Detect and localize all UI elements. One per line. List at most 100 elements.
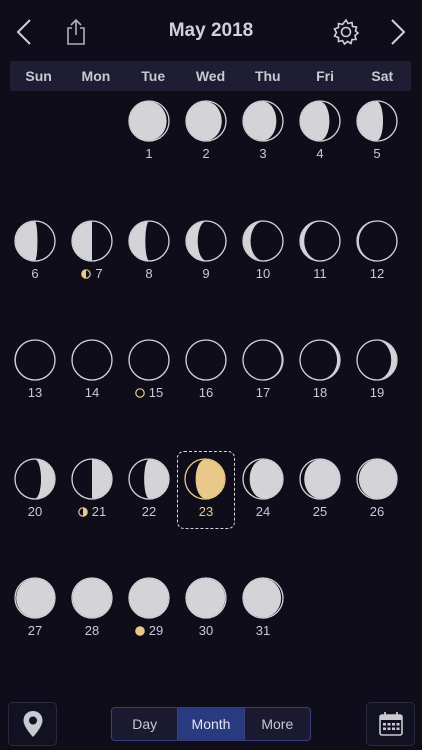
moon-phase-icon xyxy=(299,100,341,142)
calendar-day[interactable]: 4 xyxy=(292,100,348,180)
day-number: 12 xyxy=(349,266,405,281)
day-number-label: 25 xyxy=(312,504,328,519)
calendar-day[interactable]: 7 xyxy=(64,220,120,300)
calendar-day[interactable]: 30 xyxy=(178,577,234,657)
calendar-day[interactable]: 1 xyxy=(121,100,177,180)
weekday-fri: Fri xyxy=(316,68,334,84)
moon-phase-icon xyxy=(14,220,56,262)
view-segmented-control: Day Month More xyxy=(111,707,311,741)
calendar-day[interactable]: 21 xyxy=(64,458,120,538)
calendar-day[interactable]: 14 xyxy=(64,339,120,419)
moon-phase-icon xyxy=(299,220,341,262)
day-number: 15 xyxy=(121,385,177,400)
moon-phase-icon xyxy=(242,577,284,619)
day-number: 19 xyxy=(349,385,405,400)
calendar-day[interactable]: 19 xyxy=(349,339,405,419)
day-number: 31 xyxy=(235,623,291,638)
calendar-day[interactable]: 12 xyxy=(349,220,405,300)
header: May 2018 xyxy=(0,0,422,60)
day-number: 21 xyxy=(64,504,120,519)
weekday-sat: Sat xyxy=(371,68,394,84)
weekday-tue: Tue xyxy=(141,68,166,84)
moon-phase-icon xyxy=(356,458,398,500)
moon-phase-icon xyxy=(356,220,398,262)
day-number: 13 xyxy=(7,385,63,400)
calendar-day-today[interactable]: 23 xyxy=(177,451,235,529)
calendar-day[interactable]: 11 xyxy=(292,220,348,300)
calendar-day[interactable]: 25 xyxy=(292,458,348,538)
calendar-day[interactable]: 22 xyxy=(121,458,177,538)
calendar-day[interactable]: 26 xyxy=(349,458,405,538)
day-number: 7 xyxy=(64,266,120,281)
day-number: 30 xyxy=(178,623,234,638)
day-number-label: 19 xyxy=(369,385,385,400)
moon-phase-icon xyxy=(185,577,227,619)
calendar-day[interactable]: 18 xyxy=(292,339,348,419)
location-button[interactable] xyxy=(8,702,57,746)
moon-phase-icon xyxy=(14,458,56,500)
day-number-label: 23 xyxy=(198,504,214,519)
weekday-mon: Mon xyxy=(81,68,111,84)
calendar-button[interactable] xyxy=(366,702,415,746)
calendar-day[interactable]: 10 xyxy=(235,220,291,300)
day-number: 20 xyxy=(7,504,63,519)
forward-button[interactable] xyxy=(378,12,418,52)
calendar-day[interactable]: 29 xyxy=(121,577,177,657)
calendar-day[interactable]: 13 xyxy=(7,339,63,419)
calendar-day[interactable]: 27 xyxy=(7,577,63,657)
day-number: 4 xyxy=(292,146,348,161)
day-number: 26 xyxy=(349,504,405,519)
full-moon-marker-icon xyxy=(134,625,145,636)
tab-more[interactable]: More xyxy=(245,708,310,740)
gear-icon xyxy=(333,18,360,46)
calendar-day[interactable]: 24 xyxy=(235,458,291,538)
last-quarter-moon-marker-icon xyxy=(81,268,92,279)
calendar-day[interactable]: 8 xyxy=(121,220,177,300)
moon-phase-icon xyxy=(71,220,113,262)
day-number-label: 2 xyxy=(202,146,210,161)
calendar-day[interactable]: 3 xyxy=(235,100,291,180)
day-number: 14 xyxy=(64,385,120,400)
calendar-day[interactable]: 5 xyxy=(349,100,405,180)
day-number-label: 3 xyxy=(259,146,267,161)
day-number-label: 28 xyxy=(84,623,100,638)
moon-phase-icon xyxy=(128,458,170,500)
calendar-day[interactable]: 9 xyxy=(178,220,234,300)
calendar-day[interactable]: 31 xyxy=(235,577,291,657)
calendar-day[interactable]: 6 xyxy=(7,220,63,300)
calendar-day[interactable]: 28 xyxy=(64,577,120,657)
day-number: 10 xyxy=(235,266,291,281)
day-number: 1 xyxy=(121,146,177,161)
moon-phase-icon xyxy=(184,458,226,500)
day-number-label: 27 xyxy=(27,623,43,638)
day-number-label: 17 xyxy=(255,385,271,400)
moon-phase-icon xyxy=(14,577,56,619)
day-number-label: 11 xyxy=(313,266,327,281)
calendar-day[interactable]: 17 xyxy=(235,339,291,419)
day-number-label: 29 xyxy=(148,623,164,638)
settings-button[interactable] xyxy=(326,12,366,52)
calendar-day[interactable]: 20 xyxy=(7,458,63,538)
tab-day[interactable]: Day xyxy=(112,708,179,740)
day-number-label: 20 xyxy=(27,504,43,519)
calendar-day[interactable]: 15 xyxy=(121,339,177,419)
calendar-day[interactable]: 16 xyxy=(178,339,234,419)
first-quarter-moon-marker-icon xyxy=(77,506,88,517)
day-number: 29 xyxy=(121,623,177,638)
tab-month[interactable]: Month xyxy=(178,708,245,740)
day-number: 28 xyxy=(64,623,120,638)
day-number-label: 9 xyxy=(202,266,210,281)
day-number: 6 xyxy=(7,266,63,281)
day-number-label: 10 xyxy=(255,266,271,281)
weekday-sun: Sun xyxy=(25,68,52,84)
moon-phase-icon xyxy=(299,458,341,500)
moon-phase-icon xyxy=(242,220,284,262)
day-number-label: 13 xyxy=(27,385,43,400)
calendar-day[interactable]: 2 xyxy=(178,100,234,180)
moon-phase-icon xyxy=(128,100,170,142)
day-number-label: 21 xyxy=(91,504,107,519)
day-number: 23 xyxy=(178,504,234,519)
day-number: 27 xyxy=(7,623,63,638)
day-number: 24 xyxy=(235,504,291,519)
day-number-label: 30 xyxy=(198,623,214,638)
